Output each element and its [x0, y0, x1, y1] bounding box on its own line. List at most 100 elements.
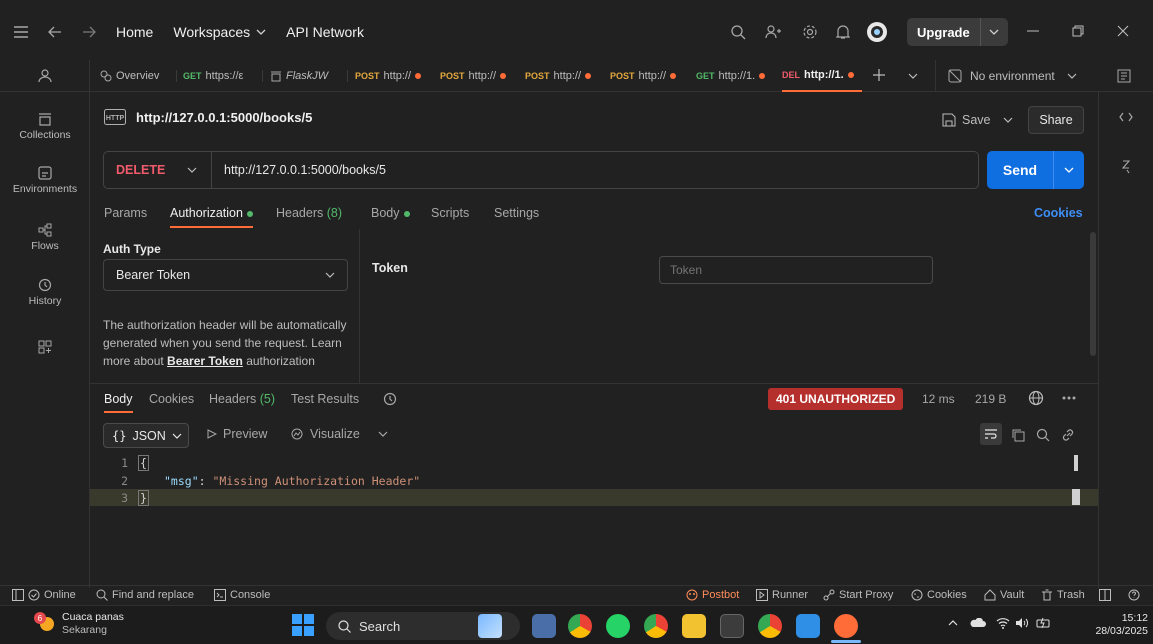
- taskbar-app-file-explorer-icon[interactable]: [682, 614, 706, 638]
- response-tab-cookies[interactable]: Cookies: [149, 392, 194, 406]
- back-arrow-icon[interactable]: [48, 26, 62, 38]
- code-snippet-icon[interactable]: [1119, 112, 1133, 122]
- tab-body[interactable]: Body: [371, 206, 410, 220]
- tab-get-request[interactable]: GET https://ε: [183, 60, 261, 92]
- postman-avatar-icon[interactable]: [866, 21, 888, 43]
- help-icon[interactable]: [1128, 589, 1140, 601]
- url-input[interactable]: http://127.0.0.1:5000/books/5: [212, 163, 386, 177]
- tab-post-request[interactable]: POST http://: [355, 60, 433, 92]
- find-replace-button[interactable]: Find and replace: [96, 589, 194, 601]
- format-select-json[interactable]: {} JSON: [103, 423, 189, 448]
- environment-quick-look-icon[interactable]: [1117, 69, 1131, 83]
- api-network-link[interactable]: API Network: [286, 24, 364, 40]
- link-icon[interactable]: [1061, 428, 1075, 442]
- invite-user-icon[interactable]: [765, 24, 781, 40]
- tab-headers[interactable]: Headers (8): [276, 206, 342, 220]
- response-size[interactable]: 219 B: [975, 392, 1006, 406]
- cookies-button[interactable]: Cookies: [911, 589, 967, 601]
- show-hidden-icons-chevron-icon[interactable]: [948, 620, 958, 626]
- sidebar-item-history[interactable]: History: [0, 278, 90, 307]
- preview-button[interactable]: Preview: [207, 427, 267, 441]
- upgrade-button[interactable]: Upgrade: [907, 18, 1008, 46]
- taskbar-app-postman-icon[interactable]: [834, 614, 858, 638]
- sidebar-item-environments[interactable]: Environments: [0, 166, 90, 195]
- taskbar-app-vscode-icon[interactable]: [796, 614, 820, 638]
- response-divider[interactable]: [90, 383, 1098, 384]
- weather-widget[interactable]: 6 Cuaca panas Sekarang: [34, 611, 124, 637]
- visualize-chevron-down-icon[interactable]: [378, 431, 388, 437]
- response-tab-headers[interactable]: Headers (5): [209, 392, 275, 406]
- online-status[interactable]: Online: [28, 589, 76, 601]
- wrap-lines-button[interactable]: [980, 423, 1002, 445]
- settings-gear-icon[interactable]: [802, 24, 818, 40]
- restore-icon[interactable]: [1072, 25, 1084, 37]
- search-response-icon[interactable]: [1036, 428, 1050, 442]
- tab-authorization[interactable]: Authorization: [170, 206, 253, 228]
- visualize-button[interactable]: Visualize: [290, 427, 388, 441]
- search-icon[interactable]: [730, 24, 746, 40]
- token-input[interactable]: [659, 256, 933, 284]
- taskbar-app-chrome-profile-icon[interactable]: [644, 614, 668, 638]
- taskbar-app-task-view-icon[interactable]: [532, 614, 556, 638]
- taskbar-app-chrome-icon[interactable]: [568, 614, 592, 638]
- tab-overview[interactable]: Overviev: [100, 60, 178, 92]
- new-tab-plus-icon[interactable]: [873, 69, 885, 81]
- share-button[interactable]: Share: [1028, 106, 1084, 134]
- windows-start-icon[interactable]: [292, 614, 314, 639]
- tab-collection-flaskjwt[interactable]: FlaskJW: [270, 60, 345, 92]
- upgrade-chevron-icon[interactable]: [979, 18, 1008, 46]
- auth-type-select[interactable]: Bearer Token: [103, 259, 348, 291]
- home-link[interactable]: Home: [116, 24, 153, 40]
- notification-bell-icon[interactable]: [836, 24, 850, 40]
- environment-selector[interactable]: No environment: [935, 60, 1083, 92]
- configure-sidebar-icon[interactable]: [38, 340, 52, 354]
- onedrive-cloud-icon[interactable]: [970, 618, 986, 628]
- tab-settings[interactable]: Settings: [494, 206, 539, 220]
- tab-post-request[interactable]: POST http://: [440, 60, 518, 92]
- response-tab-body[interactable]: Body: [104, 392, 133, 413]
- toggle-sidebar-icon[interactable]: [12, 589, 24, 601]
- more-options-icon[interactable]: [1062, 396, 1076, 400]
- wifi-icon[interactable]: [996, 617, 1010, 629]
- volume-icon[interactable]: [1015, 617, 1029, 629]
- tab-get-request[interactable]: GET http://1.: [696, 60, 776, 92]
- response-history-icon[interactable]: [383, 392, 397, 406]
- workspaces-menu[interactable]: Workspaces: [173, 24, 266, 40]
- close-window-icon[interactable]: [1117, 25, 1129, 37]
- sidebar-item-collections[interactable]: Collections: [0, 112, 90, 141]
- battery-charging-icon[interactable]: [1036, 617, 1052, 629]
- postbot-button[interactable]: Postbot: [686, 589, 739, 601]
- save-button[interactable]: Save: [942, 106, 1013, 134]
- start-proxy-button[interactable]: Start Proxy: [823, 589, 893, 601]
- auth-panel-scrollbar[interactable]: [1090, 232, 1096, 356]
- globe-icon[interactable]: [1028, 390, 1044, 406]
- code-line[interactable]: 1 {: [90, 454, 1098, 471]
- tab-post-request[interactable]: POST http://: [525, 60, 603, 92]
- code-line-highlighted[interactable]: 3 }: [90, 489, 1098, 506]
- related-requests-icon[interactable]: [1121, 160, 1131, 174]
- cookies-link[interactable]: Cookies: [1034, 206, 1083, 220]
- request-title[interactable]: http://127.0.0.1:5000/books/5: [136, 110, 312, 125]
- tab-params[interactable]: Params: [104, 206, 147, 220]
- minimize-icon[interactable]: [1027, 25, 1039, 37]
- taskbar-app-whatsapp-icon[interactable]: [606, 614, 630, 638]
- forward-arrow-icon[interactable]: [82, 26, 96, 38]
- response-time[interactable]: 12 ms: [922, 392, 955, 406]
- status-badge[interactable]: 401 UNAUTHORIZED: [768, 388, 904, 410]
- send-chevron-down-icon[interactable]: [1053, 151, 1084, 189]
- runner-button[interactable]: Runner: [756, 589, 808, 601]
- clock[interactable]: 15:12 28/03/2025: [1068, 612, 1148, 638]
- vault-button[interactable]: Vault: [984, 589, 1024, 601]
- taskbar-app-photos-icon[interactable]: [478, 614, 502, 638]
- taskbar-app-chrome-profile-icon[interactable]: [758, 614, 782, 638]
- bearer-token-link[interactable]: Bearer Token: [167, 354, 243, 368]
- taskbar-app-terminal-icon[interactable]: [720, 614, 744, 638]
- console-button[interactable]: Console: [214, 589, 270, 601]
- tabs-chevron-down-icon[interactable]: [908, 73, 918, 79]
- send-button[interactable]: Send: [987, 151, 1084, 189]
- save-chevron-down-icon[interactable]: [1003, 117, 1013, 123]
- tab-delete-request-active[interactable]: DEL http://1.: [782, 60, 862, 92]
- method-select[interactable]: DELETE: [104, 152, 212, 188]
- tab-scripts[interactable]: Scripts: [431, 206, 469, 220]
- copy-icon[interactable]: [1011, 428, 1025, 442]
